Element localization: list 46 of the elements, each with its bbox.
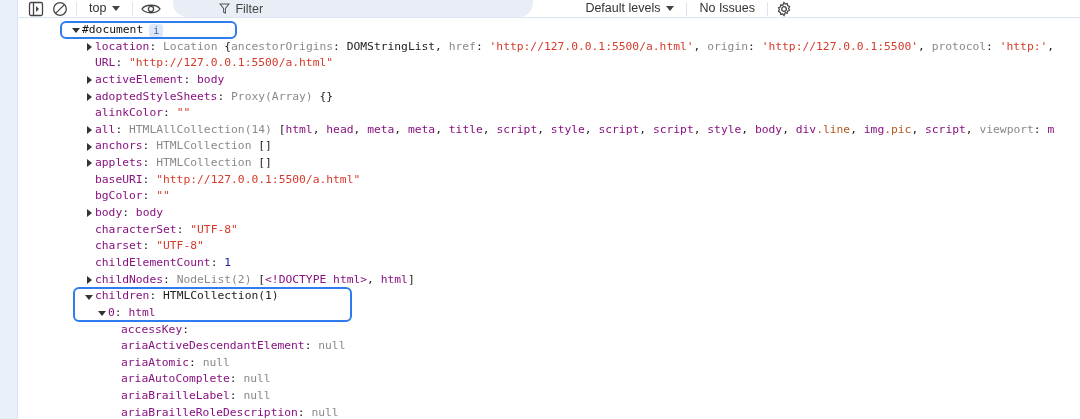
- property-line: activeElement: body: [95, 71, 225, 88]
- property-line: anchors: HTMLCollection []: [95, 138, 272, 155]
- collapsed-arrow-icon[interactable]: [85, 209, 93, 218]
- sidebar-toggle-icon[interactable]: [28, 0, 44, 17]
- collapsed-arrow-icon[interactable]: [85, 275, 93, 284]
- expanded-arrow-icon[interactable]: [85, 292, 93, 301]
- property-line: location: Location {ancestorOrigins: DOMStringList, href: 'http://127.0.0.1:5500/a.html', origin: 'http://127.0.0.1:5500', protocol: 'http:',: [95, 38, 1055, 55]
- property-line: body: body: [95, 205, 164, 222]
- property-line: ariaAtomic: null: [121, 354, 230, 371]
- property-line: children: HTMLCollection(1): [95, 288, 279, 305]
- collapsed-arrow-icon[interactable]: [85, 126, 93, 135]
- property-line: 0: html: [108, 304, 156, 321]
- collapsed-arrow-icon[interactable]: [85, 42, 93, 51]
- property-line: childElementCount: 1: [95, 254, 232, 271]
- property-line: charset: "UTF-8": [95, 238, 204, 255]
- filter-field[interactable]: Filter: [173, 0, 534, 17]
- property-line: baseURI: "http://127.0.0.1:5500/a.html": [95, 171, 361, 188]
- log-levels-dropdown[interactable]: Default levels: [581, 1, 679, 16]
- property-line: URL: "http://127.0.0.1:5500/a.html": [95, 55, 334, 72]
- property-line: applets: HTMLCollection []: [95, 155, 272, 172]
- property-line: alinkColor: "": [95, 105, 191, 122]
- clear-console-icon[interactable]: [52, 0, 68, 17]
- property-line: accessKey:: [121, 321, 190, 338]
- property-line: bgColor: "": [95, 188, 170, 205]
- collapsed-arrow-icon[interactable]: [85, 92, 93, 101]
- settings-icon[interactable]: [776, 0, 793, 17]
- node-label: #document: [82, 22, 144, 38]
- property-line: adoptedStyleSheets: Proxy(Array) {}: [95, 88, 334, 105]
- expanded-arrow-icon[interactable]: [98, 309, 106, 318]
- property-line: ariaActiveDescendantElement: null: [121, 338, 346, 355]
- expanded-arrow-icon[interactable]: [72, 26, 80, 35]
- info-badge[interactable]: i: [149, 23, 164, 37]
- context-dropdown[interactable]: top: [85, 1, 125, 16]
- property-line: childNodes: NodeList(2) [<!DOCTYPE html>, html]: [95, 271, 415, 288]
- collapsed-arrow-icon[interactable]: [85, 142, 93, 151]
- issues-button[interactable]: No Issues: [695, 1, 760, 16]
- property-line: characterSet: "UTF-8": [95, 221, 238, 238]
- collapsed-arrow-icon[interactable]: [85, 159, 93, 168]
- caret-icon: [666, 6, 675, 11]
- caret-icon: [112, 6, 121, 11]
- property-line: ariaBrailleRoleDescription: null: [121, 404, 339, 419]
- filter-icon: [219, 3, 231, 14]
- property-line: all: HTMLAllCollection(14) [html, head, meta, meta, title, script, style, script, script, style, body, div.line, img.pic, script, viewport: m: [95, 121, 1055, 138]
- collapsed-arrow-icon[interactable]: [85, 76, 93, 85]
- property-line: ariaAutoComplete: null: [121, 371, 271, 388]
- property-line: ariaBrailleLabel: null: [121, 388, 271, 405]
